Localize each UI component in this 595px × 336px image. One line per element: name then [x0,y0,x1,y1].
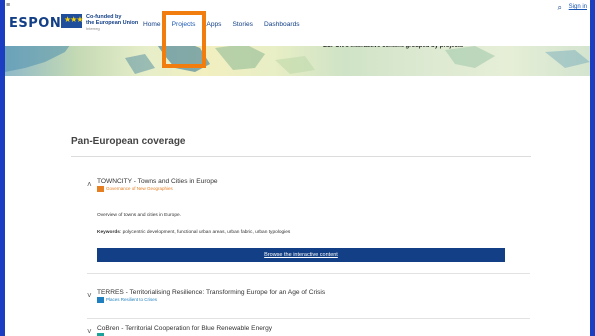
top-header: ≡ ESPON ★★★ Co-funded by the European Un… [5,0,590,46]
nav-dashboards[interactable]: Dashboards [264,21,300,28]
nav-stories[interactable]: Stories [232,21,253,28]
search-icon[interactable]: ⌕ [558,3,562,13]
project-tag-towncity[interactable]: Governance of New Geographies [106,186,173,191]
eu-flag-icon: ★★★ [61,14,83,28]
section-divider [71,156,531,157]
menu-icon[interactable]: ≡ [6,2,10,9]
project-divider [87,273,530,274]
project-divider [87,318,530,319]
governance-tag-icon [97,186,104,192]
cofund-line3: Interreg [86,26,100,31]
screen-frame-right [590,0,595,336]
project-description: Overview of towns and cities in Europe. [97,213,181,218]
nav-home[interactable]: Home [143,21,161,28]
collapse-chevron-icon[interactable]: ˄ [87,180,92,189]
project-title-cobren[interactable]: CoBren - Territorial Cooperation for Blu… [97,325,272,332]
browse-interactive-content-button[interactable]: Browse the interactive content [97,248,505,262]
eu-stars: ★★★ [64,15,83,24]
cofund-label: Co-funded by the European Union Interreg [86,14,138,32]
project-tag-terres[interactable]: Places Resilient to Crises [106,297,157,302]
project-title-terres[interactable]: TERRES - Territorialising Resilience: Tr… [97,289,325,296]
keywords-value: : polycentric development, functional ur… [119,230,291,235]
section-title: Pan-European coverage [71,136,186,147]
expand-chevron-icon[interactable]: ˅ [87,327,92,336]
expand-chevron-icon[interactable]: ˅ [87,291,92,300]
keywords-label: Keywords [97,230,120,235]
resilience-tag-icon [97,297,104,303]
espon-logo[interactable]: ESPON [9,16,61,31]
projects-highlight-box [162,11,206,68]
project-title-towncity[interactable]: TOWNCITY - Towns and Cities in Europe [97,178,218,185]
project-keywords: Keywords: polycentric development, funct… [97,230,290,235]
sign-in-link[interactable]: Sign in [569,4,587,10]
nav-apps[interactable]: Apps [206,21,221,28]
